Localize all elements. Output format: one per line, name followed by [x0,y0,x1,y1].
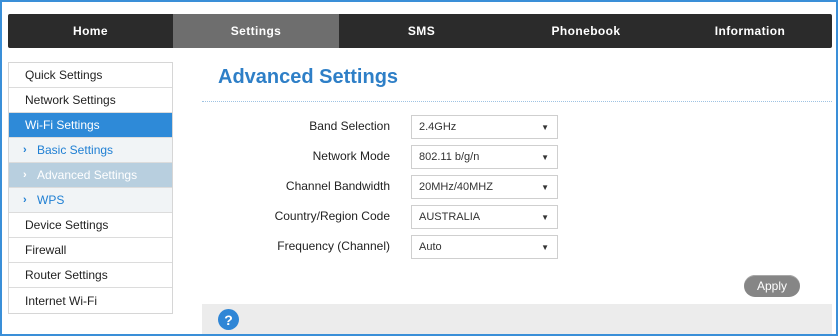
sidebar-item-label: Router Settings [25,268,108,282]
band-selection-value: 2.4GHz [419,121,457,133]
sidebar-item-label: Internet Wi-Fi [25,293,98,308]
frequency-channel-label: Frequency (Channel) [277,239,390,253]
network-mode-label: Network Mode [312,149,390,163]
sidebar-item-label: Wi-Fi Settings [25,118,100,132]
sidebar-item-quick-settings[interactable]: Quick Settings [9,63,172,88]
sidebar-item-label: Device Settings [25,218,109,232]
sidebar-item-label: Basic Settings [37,143,114,157]
tab-settings[interactable]: Settings [173,14,339,48]
tab-information[interactable]: Information [668,14,832,48]
country-region-code-label: Country/Region Code [274,209,390,223]
sidebar-subitem-wps[interactable]: › WPS [9,188,172,213]
dropdown-arrow-icon: ▼ [541,123,549,132]
chevron-right-icon: › [23,144,27,156]
tab-sms[interactable]: SMS [339,14,504,48]
sidebar-item-label: Advanced Settings [37,168,138,182]
top-navigation: Home Settings SMS Phonebook Information [8,14,832,48]
frequency-channel-value: Auto [419,241,442,253]
title-divider [202,101,832,102]
field-country-region-code: Country/Region Code AUSTRALIA ▼ [202,205,562,229]
tab-sms-label: SMS [407,24,436,38]
channel-bandwidth-label: Channel Bandwidth [285,179,390,193]
channel-bandwidth-value: 20MHz/40MHZ [419,181,493,193]
country-region-code-select[interactable]: AUSTRALIA ▼ [411,205,558,229]
field-network-mode: Network Mode 802.11 b/g/n ▼ [202,145,562,169]
chevron-right-icon: › [23,169,27,181]
band-selection-select[interactable]: 2.4GHz ▼ [411,115,558,139]
sidebar-item-network-settings[interactable]: Network Settings [9,88,172,113]
sidebar: Quick Settings Network Settings Wi-Fi Se… [8,62,173,314]
dropdown-arrow-icon: ▼ [541,183,549,192]
dropdown-arrow-icon: ▼ [541,213,549,222]
field-channel-bandwidth: Channel Bandwidth 20MHz/40MHZ ▼ [202,175,562,199]
page-title: Advanced Settings [218,66,399,88]
chevron-right-icon: › [23,194,27,206]
sidebar-item-label: Firewall [25,243,67,257]
frequency-channel-select[interactable]: Auto ▼ [411,235,558,259]
tab-home-label: Home [73,24,108,38]
help-icon[interactable]: ? [218,309,239,330]
tab-information-label: Information [714,24,786,38]
sidebar-item-wifi-settings[interactable]: Wi-Fi Settings [9,113,172,138]
sidebar-subitem-advanced-settings[interactable]: › Advanced Settings [9,163,172,188]
sidebar-item-firewall[interactable]: Firewall [9,238,172,263]
network-mode-value: 802.11 b/g/n [419,151,480,163]
sidebar-item-label: Quick Settings [25,68,103,82]
tab-settings-label: Settings [230,24,282,38]
tab-phonebook[interactable]: Phonebook [504,14,668,48]
tab-home[interactable]: Home [8,14,173,48]
dropdown-arrow-icon: ▼ [541,243,549,252]
sidebar-item-internet-wifi[interactable]: Internet Wi-Fi [9,288,172,313]
sidebar-item-device-settings[interactable]: Device Settings [9,213,172,238]
sidebar-item-router-settings[interactable]: Router Settings [9,263,172,288]
footer-bar: ? [202,304,832,334]
band-selection-label: Band Selection [309,119,390,133]
sidebar-item-label: Network Settings [25,93,116,107]
dropdown-arrow-icon: ▼ [541,153,549,162]
network-mode-select[interactable]: 802.11 b/g/n ▼ [411,145,558,169]
field-frequency-channel: Frequency (Channel) Auto ▼ [202,235,562,259]
channel-bandwidth-select[interactable]: 20MHz/40MHZ ▼ [411,175,558,199]
sidebar-subitem-basic-settings[interactable]: › Basic Settings [9,138,172,163]
sidebar-item-label: WPS [37,193,65,207]
field-band-selection: Band Selection 2.4GHz ▼ [202,115,562,139]
tab-phonebook-label: Phonebook [551,24,621,38]
apply-button[interactable]: Apply [744,275,800,297]
country-region-code-value: AUSTRALIA [419,211,481,223]
